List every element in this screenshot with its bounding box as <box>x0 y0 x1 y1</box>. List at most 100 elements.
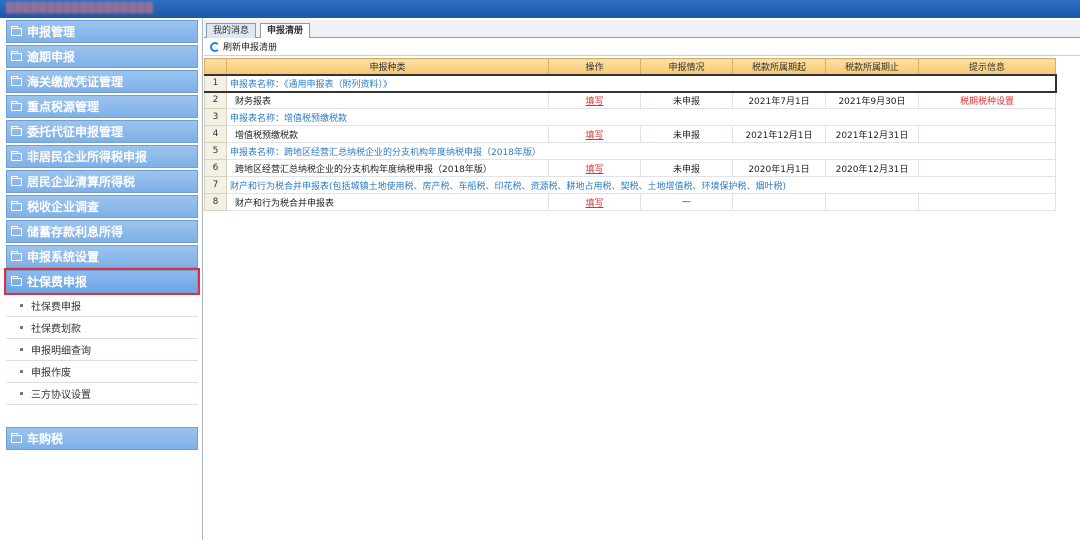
header-hint: 提示信息 <box>918 58 1056 75</box>
period-end <box>825 193 919 211</box>
nav-subitem-3[interactable]: 申报作废 <box>6 361 198 383</box>
hint-link[interactable]: 税期税种设置 <box>960 97 1014 107</box>
nav-group-label: 申报系统设置 <box>27 250 100 264</box>
header-type: 申报种类 <box>226 58 549 75</box>
tab-my-messages[interactable]: 我的消息 <box>206 23 257 38</box>
window-titlebar: ▒▒▒▒▒▒▒▒▒▒▒▒▒▒▒▒▒▒ <box>0 0 1080 18</box>
folder-icon <box>11 100 22 111</box>
nav-subitem-label: 社保费申报 <box>31 302 81 313</box>
bullet-icon <box>20 348 23 351</box>
fill-link[interactable]: 填写 <box>585 97 603 107</box>
declaration-type: 财务报表 <box>226 91 549 109</box>
table-row: 2 财务报表 填写 未申报 2021年7月1日 2021年9月30日 税期税种设置 <box>204 91 1056 109</box>
tab-declaration-list[interactable]: 申报清册 <box>260 23 311 39</box>
header-status: 申报情况 <box>640 58 733 75</box>
sidebar: 申报管理逾期申报 海关缴款凭证管理重点税源管理委托代征申报管理非居民企业所得税申报… <box>0 18 203 540</box>
row-number: 7 <box>204 176 227 194</box>
declaration-type: 跨地区经营汇总纳税企业的分支机构年度纳税申报（2018年版） <box>226 159 549 177</box>
nav-subitem-label: 社保费划款 <box>31 324 81 335</box>
nav-group-label: 重点税源管理 <box>27 100 100 114</box>
table-header-row: 申报种类 操作 申报情况 税款所属期起 税款所属期止 提示信息 <box>204 58 1056 75</box>
folder-icon <box>11 75 22 86</box>
nav-group-label: 税收企业调查 <box>27 200 100 214</box>
folder-icon <box>11 432 22 443</box>
table-section-row: 1 申报表名称：《通用申报表（附列资料）》 <box>204 73 1057 93</box>
nav-group-label: 居民企业清算所得税 <box>27 175 136 189</box>
nav-group-label: 储蓄存款利息所得 <box>27 225 124 239</box>
nav-subitems: 社保费申报社保费划款申报明细查询 申报作废三方协议设置 <box>6 295 198 405</box>
toolbar: 刷新申报清册 <box>204 38 1080 56</box>
nav-group-vehicle-tax[interactable]: 车购税 <box>6 427 198 450</box>
nav-group-2[interactable]: 海关缴款凭证管理 <box>6 70 198 93</box>
declaration-type: 财产和行为税合并申报表 <box>226 193 549 211</box>
nav-group-label: 申报管理 <box>27 25 76 39</box>
operation-cell: 填写 <box>548 125 641 143</box>
table-section-row: 5 申报表名称：跨地区经营汇总纳税企业的分支机构年度纳税申报（2018年版） <box>204 142 1056 160</box>
nav-subitem-0[interactable]: 社保费申报 <box>6 295 198 317</box>
period-start: 2020年1月1日 <box>732 159 826 177</box>
nav-group-4[interactable]: 委托代征申报管理 <box>6 120 198 143</box>
operation-cell: 填写 <box>548 193 641 211</box>
period-start <box>732 193 826 211</box>
fill-link[interactable]: 填写 <box>585 199 603 209</box>
fill-link[interactable]: 填写 <box>585 131 603 141</box>
header-operation: 操作 <box>548 58 641 75</box>
operation-cell: 填写 <box>548 159 641 177</box>
nav-group-6[interactable]: 居民企业清算所得税 <box>6 170 198 193</box>
nav-group-social-insurance[interactable]: 社保费申报 <box>4 268 200 295</box>
declaration-status: 未申报 <box>640 91 733 109</box>
operation-cell: 填写 <box>548 91 641 109</box>
hint-cell: 税期税种设置 <box>918 91 1056 109</box>
row-number: 3 <box>204 108 227 126</box>
header-period-end: 税款所属期止 <box>825 58 919 75</box>
nav-subitem-2[interactable]: 申报明细查询 <box>6 339 198 361</box>
table-row: 6 跨地区经营汇总纳税企业的分支机构年度纳税申报（2018年版） 填写 未申报 2020… <box>204 159 1056 177</box>
nav-subitem-label: 申报作废 <box>31 368 71 379</box>
nav-group-label: 车购税 <box>27 432 64 446</box>
period-end: 2020年12月31日 <box>825 159 919 177</box>
folder-icon <box>11 150 22 161</box>
folder-icon <box>11 50 22 61</box>
row-number: 6 <box>204 159 227 177</box>
refresh-label: 刷新申报清册 <box>223 43 278 53</box>
tab-bar: 我的消息 申报清册 <box>204 20 1080 39</box>
nav-subitem-1[interactable]: 社保费划款 <box>6 317 198 339</box>
sidebar-nav: 申报管理逾期申报 海关缴款凭证管理重点税源管理委托代征申报管理非居民企业所得税申报… <box>4 20 200 452</box>
folder-open-icon <box>11 275 22 286</box>
hint-cell <box>918 159 1056 177</box>
bullet-icon <box>20 326 23 329</box>
folder-icon <box>11 25 22 36</box>
table-section-row: 7 财产和行为税合并申报表(包括城镇土地使用税、房产税、车船税、印花税、资源税、耕… <box>204 176 1056 194</box>
main-panel: 我的消息 申报清册 刷新申报清册 申报种类 操作 申报情况 税款所属期起 税款所… <box>204 18 1080 540</box>
nav-group-5[interactable]: 非居民企业所得税申报 <box>6 145 198 168</box>
nav-subitem-label: 申报明细查询 <box>31 346 91 357</box>
nav-subitem-4[interactable]: 三方协议设置 <box>6 383 198 405</box>
fill-link[interactable]: 填写 <box>585 165 603 175</box>
period-end: 2021年9月30日 <box>825 91 919 109</box>
section-title: 财产和行为税合并申报表(包括城镇土地使用税、房产税、车船税、印花税、资源税、耕地… <box>226 176 1056 194</box>
table-row: 8 财产和行为税合并申报表 填写 — <box>204 193 1056 211</box>
nav-subitem-label: 三方协议设置 <box>31 390 91 401</box>
refresh-button[interactable]: 刷新申报清册 <box>210 40 277 53</box>
nav-group-7[interactable]: 税收企业调查 <box>6 195 198 218</box>
nav-group-0[interactable]: 申报管理 <box>6 20 198 43</box>
nav-group-3[interactable]: 重点税源管理 <box>6 95 198 118</box>
folder-icon <box>11 250 22 261</box>
bullet-icon <box>20 304 23 307</box>
row-number: 1 <box>204 73 227 93</box>
declaration-type: 增值税预缴税款 <box>226 125 549 143</box>
refresh-icon <box>210 41 220 52</box>
bullet-icon <box>20 370 23 373</box>
nav-group-1[interactable]: 逾期申报 <box>6 45 198 68</box>
folder-icon <box>11 200 22 211</box>
nav-group-8[interactable]: 储蓄存款利息所得 <box>6 220 198 243</box>
section-title: 申报表名称：《通用申报表（附列资料）》 <box>226 73 1057 93</box>
period-end: 2021年12月31日 <box>825 125 919 143</box>
nav-group-label: 委托代征申报管理 <box>27 125 124 139</box>
row-number: 4 <box>204 125 227 143</box>
table-row: 4 增值税预缴税款 填写 未申报 2021年12月1日 2021年12月31日 <box>204 125 1056 143</box>
row-number: 5 <box>204 142 227 160</box>
nav-group-9[interactable]: 申报系统设置 <box>6 245 198 268</box>
folder-icon <box>11 225 22 236</box>
period-start: 2021年7月1日 <box>732 91 826 109</box>
